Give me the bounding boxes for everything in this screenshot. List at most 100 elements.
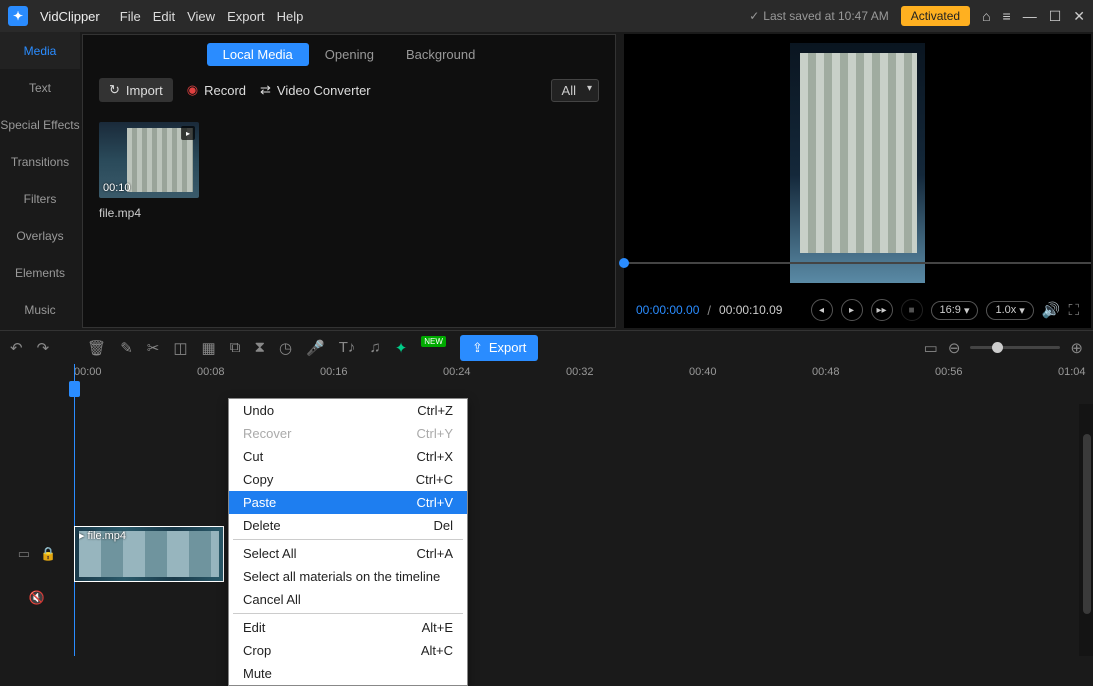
zoom-controls: ▭ ⊖ ⊕ (924, 339, 1083, 357)
save-status: ✓ Last saved at 10:47 AM (749, 9, 888, 23)
tab-special-effects[interactable]: Special Effects (0, 106, 80, 143)
text-to-speech-icon[interactable]: T♪ (339, 339, 356, 356)
clip-filename: file.mp4 (99, 206, 599, 220)
delete-icon[interactable]: 🗑 (87, 339, 106, 357)
subtab-local-media[interactable]: Local Media (207, 43, 309, 66)
timeline-clip[interactable]: ▸ file.mp4 (74, 526, 224, 582)
export-button[interactable]: ⇪Export (460, 335, 538, 361)
timeline-toolbar: ↶ ↷ 🗑 ✎ ✂ ◫ ▦ ⧉ ⧗ ◷ 🎤 T♪ ♫ ✦ NEW ⇪Export… (0, 330, 1093, 364)
record-button[interactable]: ◉Record (187, 82, 246, 98)
ctx-cancel-all[interactable]: Cancel All (229, 588, 467, 611)
app-logo: ✦ (8, 6, 28, 26)
timeline: 00:00 00:08 00:16 00:24 00:32 00:40 00:4… (0, 364, 1093, 656)
tab-elements[interactable]: Elements (0, 254, 80, 291)
freeze-icon[interactable]: ⧗ (254, 339, 265, 356)
ctx-edit[interactable]: EditAlt+E (229, 616, 467, 639)
menu-view[interactable]: View (187, 9, 215, 24)
media-filter-dropdown[interactable]: All (551, 79, 599, 102)
zoom-slider[interactable] (970, 346, 1060, 349)
ctx-paste[interactable]: PasteCtrl+V (229, 491, 467, 514)
media-clip-thumbnail[interactable]: ▸ 00:10 (99, 122, 199, 198)
home-icon[interactable]: ⌂ (982, 8, 990, 24)
snapshot-icon[interactable]: ⧉ (230, 339, 241, 356)
preview-viewport[interactable] (624, 34, 1091, 292)
video-converter-button[interactable]: ⇄Video Converter (260, 82, 371, 98)
subtab-background[interactable]: Background (390, 43, 491, 66)
preview-controls: 00:00:00.00 / 00:00:10.09 ◂ ▸ ▸▸ ■ 16:9▾… (624, 292, 1091, 328)
time-current: 00:00:00.00 (636, 303, 699, 317)
play-button[interactable]: ▸ (841, 299, 863, 321)
next-frame-button[interactable]: ▸▸ (871, 299, 893, 321)
menu-edit[interactable]: Edit (153, 9, 175, 24)
edit-icon[interactable]: ✎ (120, 339, 133, 357)
prev-frame-button[interactable]: ◂ (811, 299, 833, 321)
close-icon[interactable]: ✕ (1073, 8, 1085, 25)
export-icon: ⇪ (472, 340, 483, 356)
volume-icon[interactable]: 🔊 (1042, 301, 1061, 319)
ctx-cut[interactable]: CutCtrl+X (229, 445, 467, 468)
split-icon[interactable]: ✂ (147, 339, 160, 357)
chevron-down-icon: ▾ (1019, 304, 1025, 317)
titlebar: ✦ VidClipper File Edit View Export Help … (0, 0, 1093, 32)
playhead-handle[interactable] (69, 381, 80, 397)
ctx-select-timeline[interactable]: Select all materials on the timeline (229, 565, 467, 588)
converter-icon: ⇄ (260, 82, 271, 98)
timeline-ruler[interactable]: 00:00 00:08 00:16 00:24 00:32 00:40 00:4… (74, 364, 1093, 384)
scrollbar-thumb[interactable] (1083, 434, 1091, 614)
fit-icon[interactable]: ▭ (924, 339, 938, 357)
tab-media[interactable]: Media (0, 32, 80, 69)
context-menu: UndoCtrl+Z RecoverCtrl+Y CutCtrl+X CopyC… (228, 398, 468, 686)
zoom-out-icon[interactable]: ⊖ (948, 339, 961, 357)
tab-filters[interactable]: Filters (0, 180, 80, 217)
menu-file[interactable]: File (120, 9, 141, 24)
subtab-opening[interactable]: Opening (309, 43, 390, 66)
track-video-icon[interactable]: ▭ (18, 546, 30, 562)
lock-icon[interactable]: 🔒 (40, 546, 56, 562)
app-name: VidClipper (40, 9, 100, 24)
main-area: Media Text Special Effects Transitions F… (0, 32, 1093, 330)
preview-panel: 00:00:00.00 / 00:00:10.09 ◂ ▸ ▸▸ ■ 16:9▾… (624, 34, 1091, 328)
ctx-select-all[interactable]: Select AllCtrl+A (229, 542, 467, 565)
redo-icon[interactable]: ↷ (37, 339, 50, 357)
fullscreen-icon[interactable]: ⛶ (1068, 302, 1079, 319)
menu-help[interactable]: Help (277, 9, 304, 24)
zoom-knob[interactable] (992, 342, 1003, 353)
mosaic-icon[interactable]: ▦ (202, 339, 216, 357)
stop-button[interactable]: ■ (901, 299, 923, 321)
import-button[interactable]: ↻Import (99, 78, 173, 102)
preview-image (800, 53, 917, 253)
hamburger-icon[interactable]: ≡ (1003, 8, 1011, 24)
tab-transitions[interactable]: Transitions (0, 143, 80, 180)
tab-text[interactable]: Text (0, 69, 80, 106)
ctx-crop[interactable]: CropAlt+C (229, 639, 467, 662)
mute-icon[interactable]: 🔇 (29, 590, 45, 606)
ctx-delete[interactable]: DeleteDel (229, 514, 467, 537)
preview-frame (790, 43, 925, 283)
aspect-dropdown[interactable]: 16:9▾ (931, 301, 979, 320)
speed-dropdown[interactable]: 1.0x▾ (986, 301, 1033, 320)
media-subtabs: Local Media Opening Background (83, 35, 615, 70)
audio-icon[interactable]: ♫ (369, 339, 380, 356)
clip-duration: 00:10 (103, 182, 131, 194)
tab-overlays[interactable]: Overlays (0, 217, 80, 254)
activated-badge[interactable]: Activated (901, 6, 970, 26)
voiceover-icon[interactable]: 🎤 (306, 339, 325, 357)
preview-scrub-handle[interactable] (619, 258, 629, 268)
speed-icon[interactable]: ◷ (279, 339, 292, 357)
zoom-in-icon[interactable]: ⊕ (1070, 339, 1083, 357)
ctx-recover[interactable]: RecoverCtrl+Y (229, 422, 467, 445)
maximize-icon[interactable]: ☐ (1049, 8, 1062, 25)
ctx-undo[interactable]: UndoCtrl+Z (229, 399, 467, 422)
ctx-mute[interactable]: Mute (229, 662, 467, 685)
crop-icon[interactable]: ◫ (173, 339, 187, 357)
ctx-copy[interactable]: CopyCtrl+C (229, 468, 467, 491)
preview-scrub-track[interactable] (624, 262, 1091, 264)
chevron-down-icon: ▾ (964, 304, 970, 317)
undo-icon[interactable]: ↶ (10, 339, 23, 357)
minimize-icon[interactable]: — (1023, 8, 1037, 24)
ai-icon[interactable]: ✦ (395, 339, 408, 357)
tab-music[interactable]: Music (0, 291, 80, 328)
record-icon: ◉ (187, 82, 198, 98)
timeline-scrollbar[interactable] (1079, 404, 1093, 656)
menu-export[interactable]: Export (227, 9, 265, 24)
